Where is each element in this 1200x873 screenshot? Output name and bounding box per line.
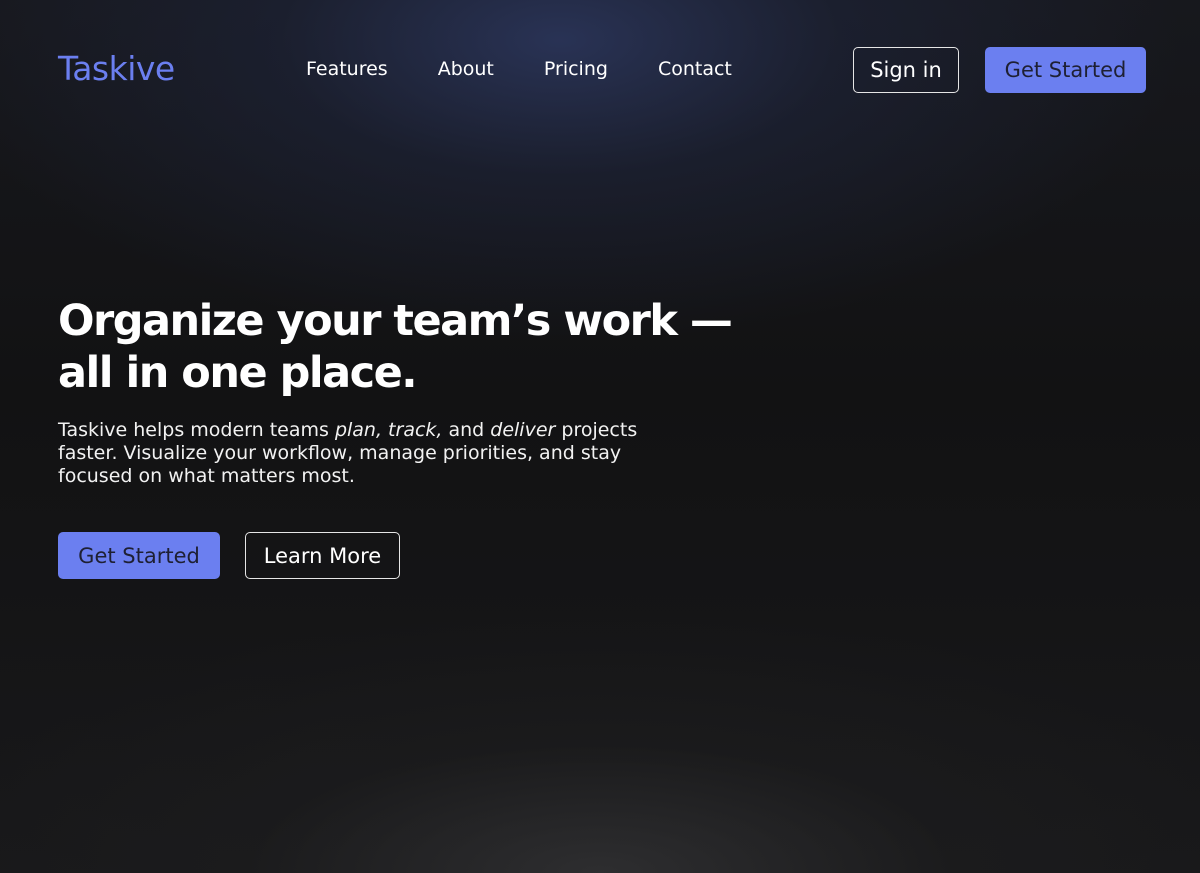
- learn-more-button[interactable]: Learn More: [245, 532, 400, 579]
- hero-title-line-2: all in one place.: [58, 348, 418, 398]
- hero-desc-emphasis-1: plan, track,: [334, 419, 443, 441]
- hero-section: Organize your team’s work — all in one p…: [58, 295, 733, 488]
- nav-link-contact[interactable]: Contact: [658, 57, 732, 81]
- hero-title: Organize your team’s work — all in one p…: [58, 295, 733, 399]
- nav-link-features[interactable]: Features: [306, 57, 388, 81]
- top-navigation: Taskive Features About Pricing Contact S…: [0, 0, 1200, 140]
- nav-link-pricing[interactable]: Pricing: [544, 57, 608, 81]
- hero-desc-part-1: Taskive helps modern teams: [58, 419, 335, 441]
- hero-get-started-button[interactable]: Get Started: [58, 532, 220, 579]
- nav-get-started-button[interactable]: Get Started: [985, 47, 1146, 93]
- brand-logo[interactable]: Taskive: [58, 49, 175, 89]
- hero-actions: Get Started Learn More: [58, 532, 400, 579]
- hero-description: Taskive helps modern teams plan, track, …: [58, 419, 698, 488]
- hero-desc-emphasis-2: deliver: [490, 419, 556, 441]
- sign-in-button[interactable]: Sign in: [853, 47, 959, 93]
- nav-links: Features About Pricing Contact: [306, 57, 732, 81]
- hero-title-line-1: Organize your team’s work —: [58, 296, 733, 346]
- landing-page: Taskive Features About Pricing Contact S…: [0, 0, 1200, 873]
- nav-link-about[interactable]: About: [438, 57, 494, 81]
- hero-desc-part-2: and: [442, 419, 491, 441]
